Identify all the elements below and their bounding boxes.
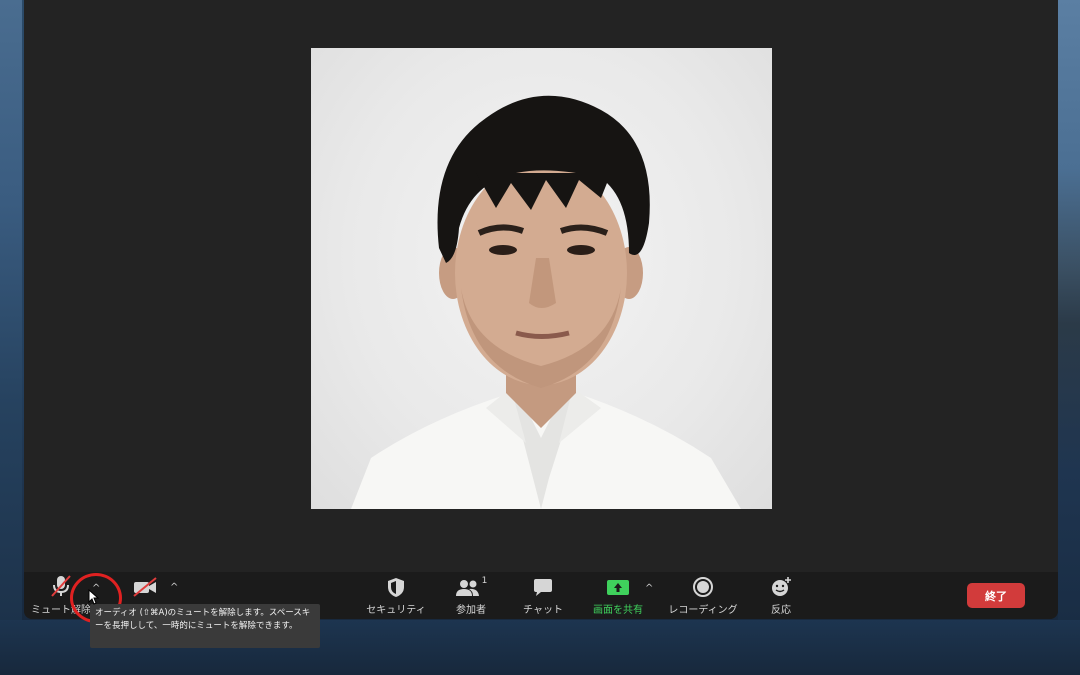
- reactions-label: 反応: [771, 605, 791, 616]
- smiley-icon: [769, 572, 793, 598]
- meeting-window: [24, 0, 1058, 619]
- mic-muted-icon: [50, 572, 72, 598]
- people-icon: 1: [455, 572, 488, 598]
- unmute-tooltip: オーディオ (⇧⌘A)のミュートを解除します。スペースキーを長押しして、一時的に…: [90, 604, 320, 648]
- mouse-cursor-icon: [88, 588, 100, 609]
- video-options-chevron-up-icon[interactable]: ^: [170, 582, 178, 593]
- reactions-button[interactable]: 反応: [760, 572, 802, 619]
- participants-count: 1: [481, 576, 488, 586]
- record-label: レコーディング: [668, 605, 738, 616]
- record-icon: [692, 572, 714, 598]
- record-button[interactable]: レコーディング: [664, 572, 742, 619]
- chat-label: チャット: [523, 605, 563, 616]
- share-screen-label: 画面を共有: [593, 605, 643, 616]
- desktop-background-left: [0, 0, 22, 675]
- participants-label: 参加者: [456, 605, 486, 616]
- chat-button[interactable]: チャット: [518, 572, 568, 619]
- share-screen-button[interactable]: 画面を共有: [590, 572, 646, 619]
- security-button[interactable]: セキュリティ: [360, 572, 432, 619]
- share-options-chevron-up-icon[interactable]: ^: [645, 583, 653, 594]
- end-meeting-button[interactable]: 終了: [967, 583, 1025, 608]
- chat-bubble-icon: [532, 572, 554, 598]
- participant-video: [311, 48, 772, 509]
- share-screen-icon: [606, 572, 630, 598]
- participant-photo: [351, 95, 741, 509]
- video-off-icon: [132, 572, 158, 598]
- desktop-background-right: [1058, 0, 1080, 675]
- shield-icon: [386, 572, 406, 598]
- participants-button[interactable]: 1 参加者: [446, 572, 496, 619]
- security-label: セキュリティ: [366, 605, 426, 616]
